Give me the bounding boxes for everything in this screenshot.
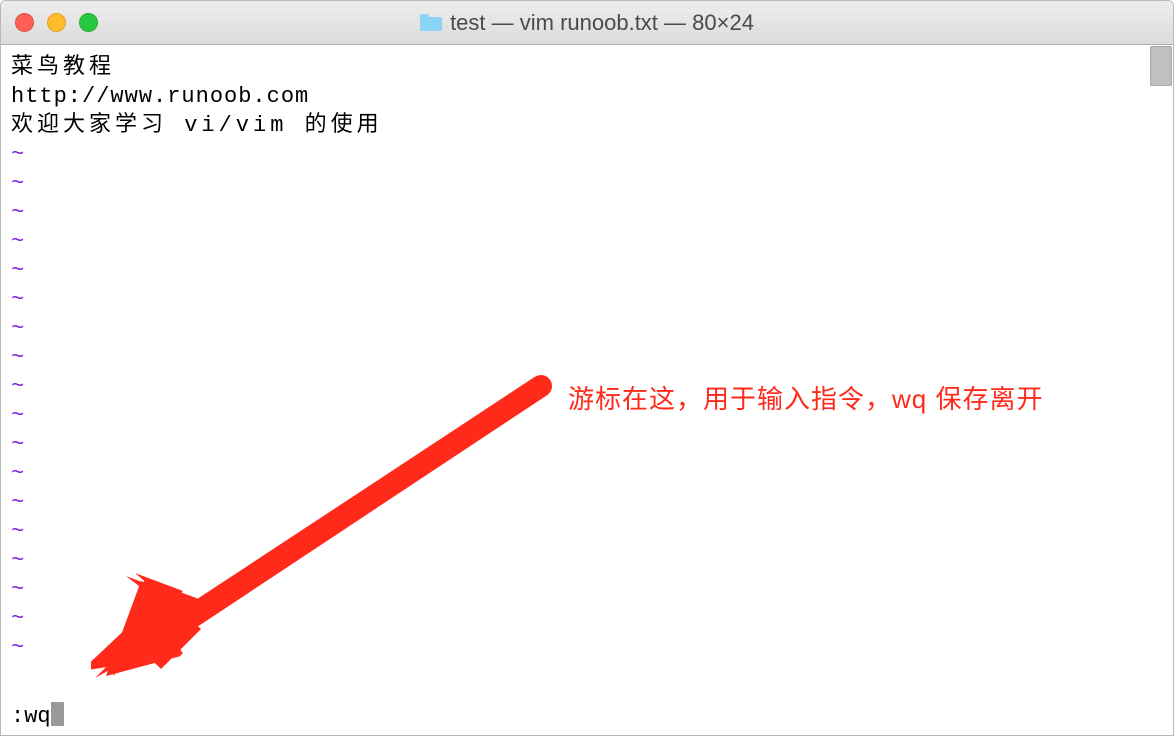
command-text: :wq	[11, 704, 51, 729]
annotation-text: 游标在这，用于输入指令，wq 保存离开	[568, 379, 1043, 416]
minimize-button[interactable]	[47, 13, 66, 32]
window-title-container: test — vim runoob.txt — 80×24	[420, 10, 754, 36]
tilde-line: ~	[11, 140, 1149, 169]
tilde-line: ~	[11, 633, 1149, 662]
tilde-line: ~	[11, 430, 1149, 459]
tilde-line: ~	[11, 256, 1149, 285]
close-button[interactable]	[15, 13, 34, 32]
tilde-line: ~	[11, 285, 1149, 314]
editor-line: 菜鸟教程	[11, 53, 1149, 82]
window-title: test — vim runoob.txt — 80×24	[450, 10, 754, 36]
tilde-line: ~	[11, 546, 1149, 575]
tilde-line: ~	[11, 314, 1149, 343]
folder-icon	[420, 14, 442, 31]
editor-line: 欢迎大家学习 vi/vim 的使用	[11, 111, 1149, 140]
maximize-button[interactable]	[79, 13, 98, 32]
titlebar[interactable]: test — vim runoob.txt — 80×24	[1, 1, 1173, 45]
tilde-line: ~	[11, 517, 1149, 546]
tilde-line: ~	[11, 343, 1149, 372]
tilde-line: ~	[11, 227, 1149, 256]
editor-line: http://www.runoob.com	[11, 82, 1149, 111]
traffic-lights	[1, 13, 98, 32]
tilde-line: ~	[11, 169, 1149, 198]
tilde-line: ~	[11, 488, 1149, 517]
cursor	[51, 702, 64, 726]
command-line[interactable]: :wq	[11, 702, 64, 731]
terminal-window: test — vim runoob.txt — 80×24 菜鸟教程 http:…	[0, 0, 1174, 736]
tilde-line: ~	[11, 575, 1149, 604]
scrollbar-thumb[interactable]	[1150, 46, 1172, 86]
tilde-line: ~	[11, 604, 1149, 633]
tilde-line: ~	[11, 459, 1149, 488]
tilde-line: ~	[11, 198, 1149, 227]
